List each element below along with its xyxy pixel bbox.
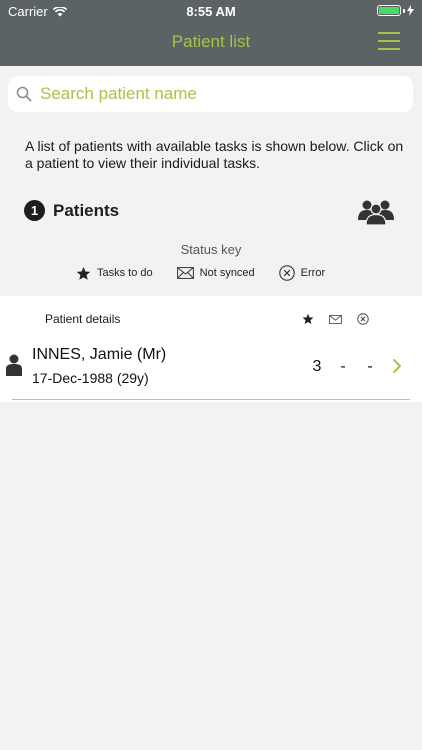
patient-dob: 17-Dec-1988 (29y) — [32, 370, 149, 386]
patient-details-header: Patient details — [45, 312, 121, 326]
person-icon — [6, 354, 22, 376]
error-circle-icon — [357, 313, 369, 325]
status-key-label: Tasks to do — [97, 267, 153, 279]
patient-group-icon — [358, 200, 394, 225]
page-title: Patient list — [171, 32, 251, 51]
envelope-icon — [176, 267, 194, 279]
charging-bolt-icon — [407, 5, 414, 16]
patients-heading: 1 Patients — [24, 200, 119, 221]
battery-icon — [377, 5, 414, 16]
row-divider — [12, 399, 410, 400]
status-key-item: Tasks to do — [76, 266, 153, 281]
search-input[interactable] — [40, 84, 390, 104]
patient-row[interactable]: INNES, Jamie (Mr) 17-Dec-1988 (29y) 3 - … — [0, 338, 422, 400]
nav-bar: Carrier 8:55 AM Patient list — [0, 0, 422, 66]
star-icon — [302, 313, 314, 324]
patient-name: INNES, Jamie (Mr) — [32, 346, 167, 363]
not-synced-count: - — [340, 358, 346, 375]
patient-count-badge: 1 — [24, 200, 45, 221]
status-key: Tasks to do Not synced Error — [76, 265, 349, 281]
status-time: 8:55 AM — [186, 4, 236, 19]
status-bar: Carrier 8:55 AM — [0, 0, 422, 22]
status-key-label: Error — [300, 267, 326, 279]
intro-text: A list of patients with available tasks … — [25, 138, 404, 171]
search-bar[interactable] — [8, 76, 413, 112]
tasks-to-do-count: 3 — [312, 358, 322, 375]
status-key-label: Not synced — [199, 267, 255, 279]
column-icons — [302, 313, 369, 325]
status-key-item: Not synced — [176, 267, 255, 279]
error-count: - — [367, 358, 373, 375]
star-icon — [76, 266, 91, 280]
hamburger-menu-icon[interactable] — [378, 32, 400, 50]
status-key-title: Status key — [180, 242, 242, 257]
error-circle-icon — [278, 265, 295, 281]
status-key-item: Error — [278, 265, 326, 281]
chevron-right-icon[interactable] — [392, 358, 402, 374]
search-icon — [16, 86, 32, 102]
patient-table: Patient details INNES, Jamie (Mr) 17-Dec… — [0, 296, 422, 402]
patients-label: Patients — [53, 200, 120, 220]
envelope-icon — [329, 314, 342, 324]
